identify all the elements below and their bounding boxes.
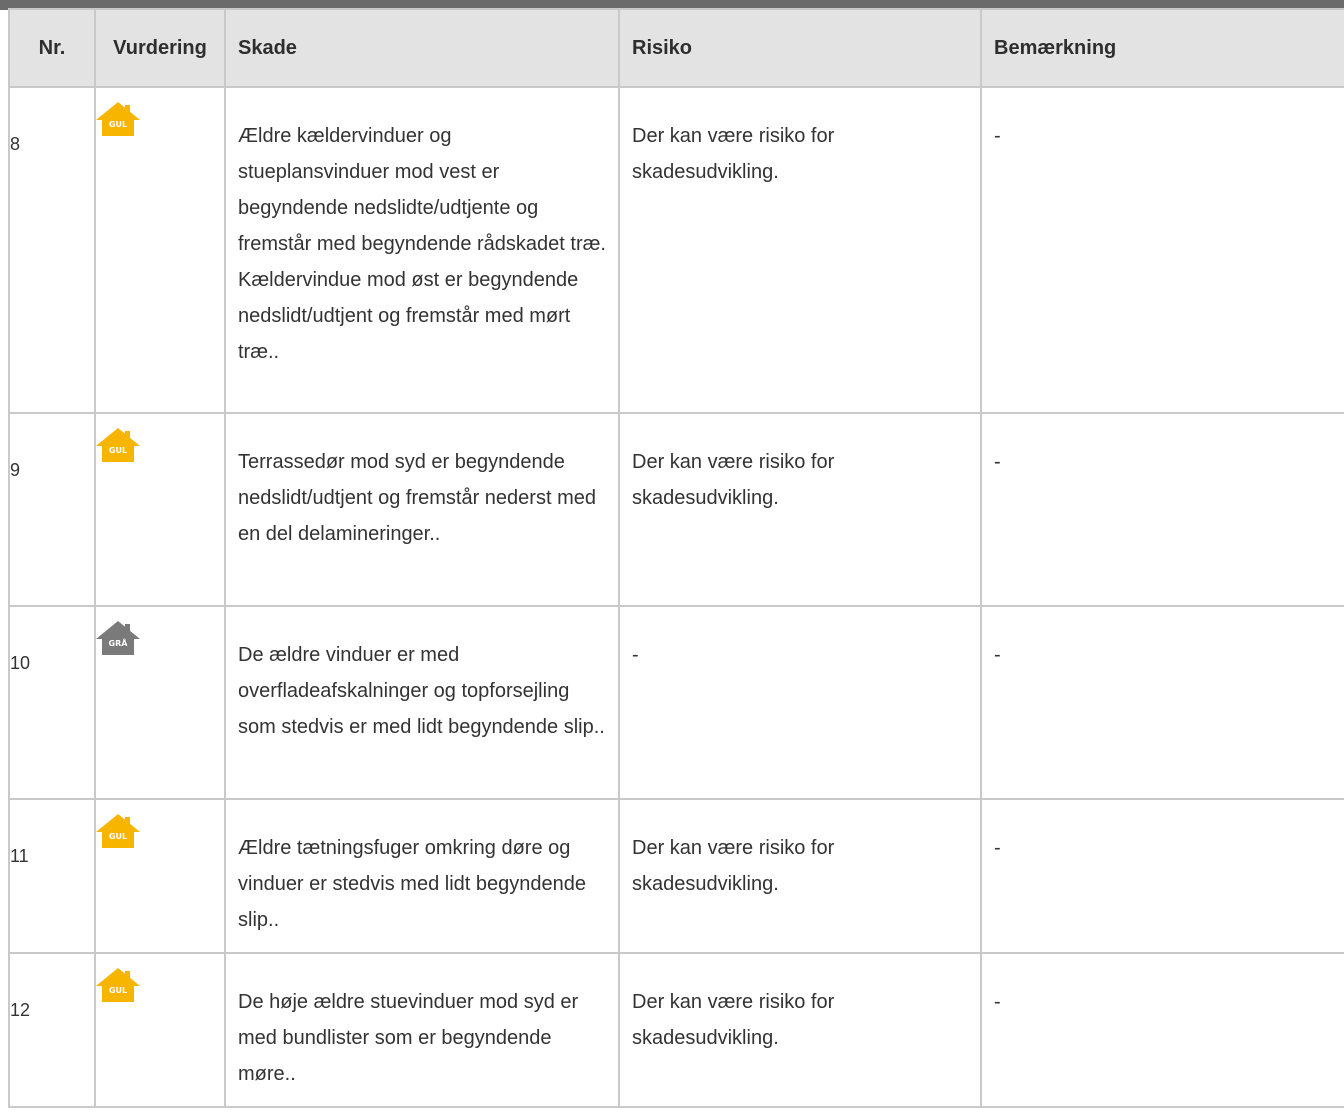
bemaerkning-cell: - [980,605,1344,800]
house-icon: GUL [96,814,140,848]
row-number: 11 [10,846,29,866]
row-number: 12 [10,1000,31,1020]
bemaerkning-cell: - [980,86,1344,414]
table-header: Nr. Vurdering Skade Risiko Bemærkning [8,8,1344,88]
table-row: 10 GRÅ De ældre vinduer er med overflade… [8,605,1344,800]
bemaerkning-cell: - [980,952,1344,1108]
bemaerkning-cell: - [980,412,1344,607]
skade-cell: De ældre vinduer er med overfladeafskaln… [224,605,620,800]
row-number-cell: 12 [8,952,96,1108]
house-icon: GUL [96,102,140,136]
row-number-cell: 11 [8,798,96,954]
row-number: 9 [10,460,21,480]
rating-cell: GUL [94,86,226,414]
row-number-cell: 9 [8,412,96,607]
header-nr: Nr. [8,8,96,88]
house-icon: GUL [96,968,140,1002]
risiko-cell: Der kan være risiko for skadesudvikling. [618,412,982,607]
skade-cell: Terrassedør mod syd er begyndende nedsli… [224,412,620,607]
rating-label: GUL [108,446,128,455]
row-number: 10 [10,653,31,673]
rating-label: GUL [108,986,128,995]
rating-cell: GUL [94,952,226,1108]
risiko-cell: Der kan være risiko for skadesudvikling. [618,952,982,1108]
rating-label: GRÅ [108,639,128,648]
rating-cell: GUL [94,412,226,607]
table-body: 8 GUL Ældre kældervinduer og stueplansvi… [8,86,1344,1108]
risiko-cell: - [618,605,982,800]
damage-table: Nr. Vurdering Skade Risiko Bemærkning 8 … [8,8,1344,1108]
risiko-cell: Der kan være risiko for skadesudvikling. [618,86,982,414]
row-number-cell: 10 [8,605,96,800]
skade-cell: Ældre tætningsfuger omkring døre og vind… [224,798,620,954]
row-number-cell: 8 [8,86,96,414]
rating-cell: GUL [94,798,226,954]
house-icon: GRÅ [96,621,140,655]
header-risiko: Risiko [618,8,982,88]
header-vurdering: Vurdering [94,8,226,88]
row-number: 8 [10,134,21,154]
rating-label: GUL [108,832,128,841]
header-skade: Skade [224,8,620,88]
table-row: 11 GUL Ældre tætningsfuger omkring døre … [8,798,1344,954]
house-icon: GUL [96,428,140,462]
header-bemaerkning: Bemærkning [980,8,1344,88]
rating-cell: GRÅ [94,605,226,800]
risiko-cell: Der kan være risiko for skadesudvikling. [618,798,982,954]
table-row: 12 GUL De høje ældre stuevinduer mod syd… [8,952,1344,1108]
skade-cell: De høje ældre stuevinduer mod syd er med… [224,952,620,1108]
bemaerkning-cell: - [980,798,1344,954]
table-row: 8 GUL Ældre kældervinduer og stueplansvi… [8,86,1344,414]
rating-label: GUL [108,120,128,129]
table-row: 9 GUL Terrassedør mod syd er begyndende … [8,412,1344,607]
skade-cell: Ældre kældervinduer og stueplansvinduer … [224,86,620,414]
